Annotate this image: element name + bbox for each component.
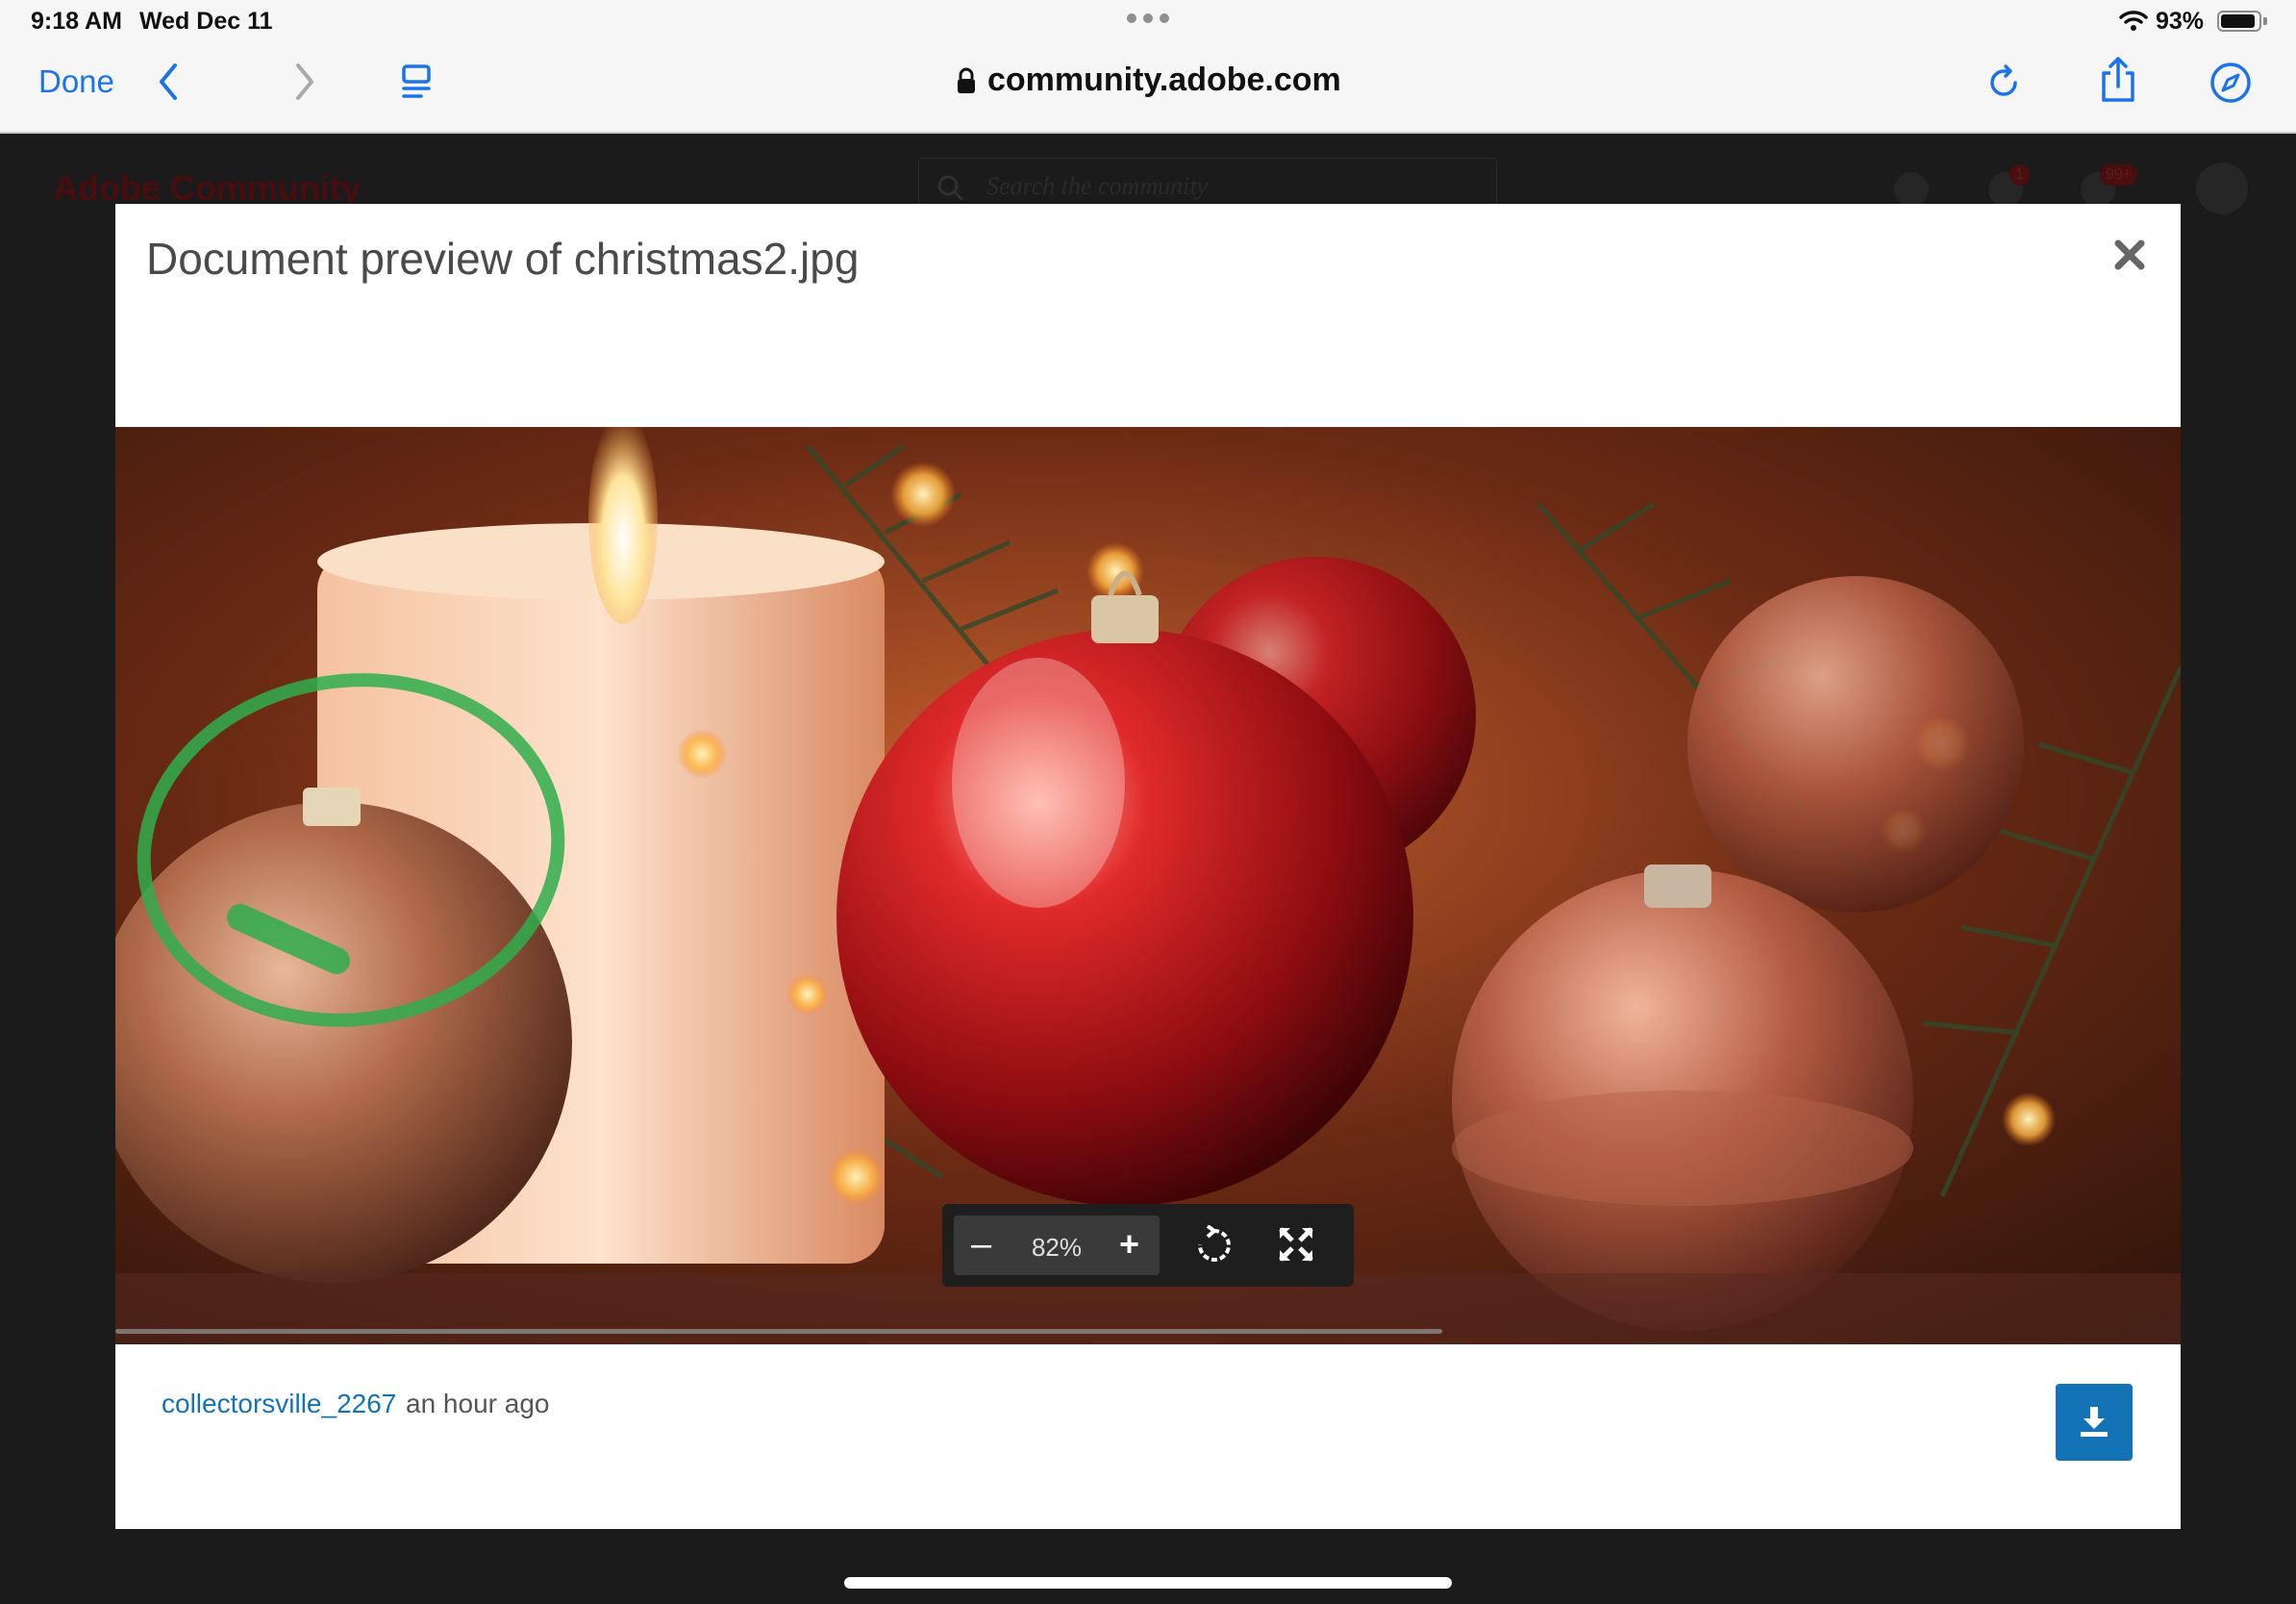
image-viewer[interactable]: – 82% + [115,427,2181,1344]
reload-icon[interactable] [1986,63,2021,100]
adobe-community-logo: Adobe Community [53,168,361,208]
modal-title: Document preview of christmas2.jpg [146,234,860,284]
url-text: community.adobe.com [987,62,1341,98]
status-date: Wed Dec 11 [139,8,273,35]
posted-time: an hour ago [406,1389,550,1418]
status-time: 9:18 AM [31,8,122,35]
bell-badge: 99+ [2100,164,2138,186]
horizontal-scrollbar[interactable] [115,1329,1442,1334]
globe-icon [1894,172,1929,207]
fullscreen-icon[interactable] [1277,1225,1315,1264]
search-icon [937,175,964,202]
address-bar[interactable]: community.adobe.com [957,62,1341,99]
multitasking-dots-icon[interactable] [1127,13,1169,23]
document-preview-modal: Document preview of christmas2.jpg – 82%… [115,204,2181,1529]
wifi-icon [2119,11,2148,31]
zoom-controls: – 82% + [954,1216,1160,1275]
chevron-right-icon[interactable] [290,60,319,104]
share-icon[interactable] [2098,56,2138,104]
battery-percent: 93% [2156,8,2205,35]
download-icon [2081,1407,2108,1437]
home-indicator[interactable] [844,1577,1452,1589]
rotate-icon[interactable] [1194,1225,1233,1266]
done-button[interactable]: Done [38,63,114,100]
avatar [2196,163,2248,214]
search-placeholder: Search the community [986,172,1209,200]
battery-icon [2217,11,2261,32]
compass-icon[interactable] [2209,62,2252,104]
download-button[interactable] [2056,1384,2133,1461]
reader-icon[interactable] [400,63,435,102]
browser-toolbar: 9:18 AM Wed Dec 11 93% Done community.ad… [0,0,2296,134]
chevron-left-icon[interactable] [154,60,183,104]
zoom-in-button[interactable]: + [1119,1225,1139,1264]
zoom-toolbar: – 82% + [942,1204,1354,1287]
close-icon[interactable] [2113,238,2146,271]
author-link[interactable]: collectorsville_2267 [162,1389,396,1419]
mail-badge: 1 [2009,164,2030,186]
lock-icon [958,67,975,93]
